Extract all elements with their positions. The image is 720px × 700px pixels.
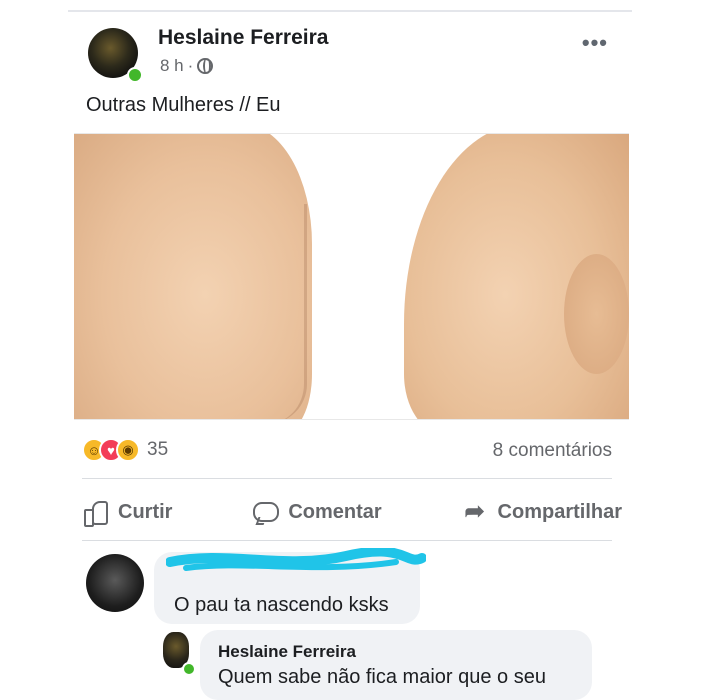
like-label: Curtir	[118, 500, 173, 523]
post-time[interactable]: 8 h	[160, 56, 184, 76]
more-options-icon[interactable]: •••	[582, 30, 608, 56]
image-right-shading	[564, 254, 629, 374]
redaction-scribble	[166, 548, 426, 571]
facebook-post: Heslaine Ferreira 8 h · ••• Outras Mulhe…	[68, 10, 632, 700]
image-left-shading	[244, 204, 307, 419]
meta-separator: ·	[187, 56, 194, 75]
speech-bubble-icon	[252, 499, 280, 525]
like-button[interactable]: Curtir	[82, 499, 173, 527]
reaction-count: 35	[147, 439, 169, 460]
share-button[interactable]: ➦ Compartilhar	[462, 499, 622, 525]
globe-icon	[197, 58, 214, 74]
share-label: Compartilhar	[497, 500, 622, 523]
share-arrow-icon: ➦	[464, 498, 485, 525]
post-header: Heslaine Ferreira 8 h · •••	[88, 26, 612, 86]
reply-bubble: Heslaine Ferreira Quem sabe não fica mai…	[200, 630, 592, 700]
online-status-dot	[127, 67, 143, 83]
post-meta: 8 h ·	[160, 56, 214, 76]
comment-button[interactable]: Comentar	[252, 499, 382, 525]
comment-label: Comentar	[288, 500, 382, 523]
comment-text: O pau ta nascendo ksks	[174, 594, 389, 616]
post-image[interactable]	[74, 133, 629, 420]
wow-reaction-icon: ◉	[116, 438, 140, 462]
comments-count[interactable]: 8 comentários	[493, 440, 612, 462]
reply-author-name[interactable]: Heslaine Ferreira	[218, 642, 356, 662]
post-actions: Curtir Comentar ➦ Compartilhar	[82, 492, 622, 532]
reply-text: Quem sabe não fica maior que o seu	[218, 666, 546, 688]
post-caption: Outras Mulheres // Eu	[86, 94, 281, 116]
post-stats: ☺ ♥ ◉ 35 8 comentários	[82, 438, 612, 468]
reactions-summary[interactable]: ☺ ♥ ◉ 35	[82, 438, 168, 462]
comment-bubble: O pau ta nascendo ksks	[154, 548, 426, 624]
commenter-avatar[interactable]	[86, 554, 144, 612]
divider	[82, 478, 612, 479]
online-status-dot	[182, 662, 196, 676]
thumbs-up-icon	[82, 499, 108, 527]
author-name[interactable]: Heslaine Ferreira	[158, 26, 328, 50]
divider	[82, 540, 612, 541]
